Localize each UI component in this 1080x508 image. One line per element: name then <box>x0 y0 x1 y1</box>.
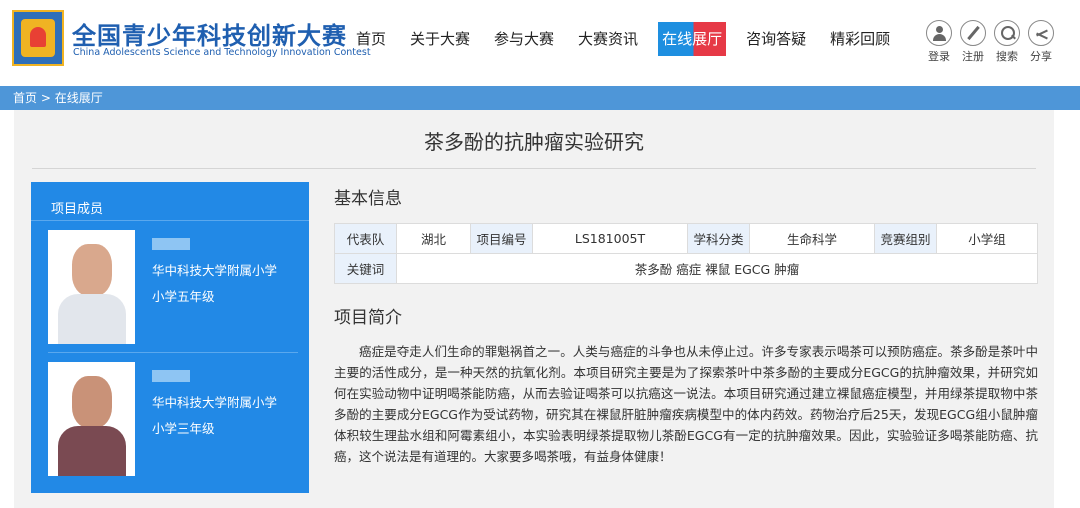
member-name-redacted <box>152 238 190 250</box>
register-button[interactable]: 注册 <box>956 20 990 64</box>
breadcrumb-current[interactable]: 在线展厅 <box>55 91 103 105</box>
pencil-icon <box>960 20 986 46</box>
delegation-label: 代表队 <box>334 223 397 254</box>
user-icon <box>926 20 952 46</box>
nav-participate[interactable]: 参与大赛 <box>482 22 566 56</box>
keywords-value: 茶多酚 癌症 裸鼠 EGCG 肿瘤 <box>396 253 1038 284</box>
member-body <box>58 294 126 344</box>
brand-title[interactable]: 全国青少年科技创新大赛 <box>72 16 347 51</box>
project-no-value: LS181005T <box>532 223 688 254</box>
brand-subtitle: China Adolescents Science and Technology… <box>73 47 371 58</box>
share-icon <box>1028 20 1054 46</box>
login-button[interactable]: 登录 <box>922 20 956 64</box>
group-value: 小学组 <box>936 223 1038 254</box>
basic-info-heading: 基本信息 <box>334 189 402 209</box>
nav-review[interactable]: 精彩回顾 <box>818 22 902 56</box>
project-no-label: 项目编号 <box>470 223 533 254</box>
breadcrumb-separator: > <box>40 91 51 105</box>
summary-heading: 项目简介 <box>334 308 402 328</box>
member-card[interactable]: 华中科技大学附属小学 小学五年级 <box>48 230 298 344</box>
member-school: 华中科技大学附属小学 <box>152 395 278 410</box>
nav-faq[interactable]: 咨询答疑 <box>734 22 818 56</box>
team-heading: 项目成员 <box>51 202 104 217</box>
breadcrumb: 首页 > 在线展厅 <box>0 86 1080 110</box>
search-button[interactable]: 搜索 <box>990 20 1024 64</box>
login-label: 登录 <box>928 50 950 63</box>
member-name-redacted <box>152 370 190 382</box>
share-button[interactable]: 分享 <box>1024 20 1058 64</box>
member-face <box>72 244 112 296</box>
member-grade: 小学五年级 <box>152 289 215 304</box>
member-grade: 小学三年级 <box>152 421 215 436</box>
member-body <box>58 426 126 476</box>
keywords-label: 关键词 <box>334 253 397 284</box>
team-panel: 项目成员 华中科技大学附属小学 小学五年级 华中科技大学附属小学 小学三年级 <box>31 182 309 493</box>
contest-logo[interactable] <box>12 10 64 66</box>
logo-emblem <box>21 19 55 57</box>
register-label: 注册 <box>962 50 984 63</box>
group-label: 竞赛组别 <box>874 223 937 254</box>
table-row: 关键词 茶多酚 癌症 裸鼠 EGCG 肿瘤 <box>334 253 1038 284</box>
nav-about[interactable]: 关于大赛 <box>398 22 482 56</box>
breadcrumb-home[interactable]: 首页 <box>13 91 37 105</box>
nav-news[interactable]: 大赛资讯 <box>566 22 650 56</box>
summary-text: 癌症是夺走人们生命的罪魁祸首之一。人类与癌症的斗争也从未停止过。许多专家表示喝茶… <box>334 344 1038 464</box>
discipline-label: 学科分类 <box>687 223 750 254</box>
member-card[interactable]: 华中科技大学附属小学 小学三年级 <box>48 362 298 476</box>
site-header: 全国青少年科技创新大赛 China Adolescents Science an… <box>0 0 1080 86</box>
header-tools: 登录 注册 搜索 分享 <box>922 20 1058 64</box>
member-divider <box>48 352 298 353</box>
member-photo <box>48 230 135 344</box>
title-divider <box>32 168 1036 169</box>
main-nav: 首页 关于大赛 参与大赛 大赛资讯 在线展厅 咨询答疑 精彩回顾 <box>344 22 902 56</box>
delegation-value: 湖北 <box>396 223 471 254</box>
table-row: 代表队 湖北 项目编号 LS181005T 学科分类 生命科学 竞赛组别 小学组 <box>334 223 1038 254</box>
member-face <box>72 376 112 428</box>
search-label: 搜索 <box>996 50 1018 63</box>
member-school: 华中科技大学附属小学 <box>152 263 278 278</box>
member-photo <box>48 362 135 476</box>
logo-flame-icon <box>30 27 46 47</box>
basic-info-table: 代表队 湖北 项目编号 LS181005T 学科分类 生命科学 竞赛组别 小学组… <box>334 223 1038 284</box>
nav-online-exhibition[interactable]: 在线展厅 <box>658 22 727 56</box>
team-divider <box>31 220 309 221</box>
discipline-value: 生命科学 <box>749 223 875 254</box>
main-content: 茶多酚的抗肿瘤实验研究 项目成员 华中科技大学附属小学 小学五年级 华中科技大学… <box>14 110 1054 508</box>
share-label: 分享 <box>1030 50 1052 63</box>
nav-home[interactable]: 首页 <box>344 22 398 56</box>
search-icon <box>994 20 1020 46</box>
project-title: 茶多酚的抗肿瘤实验研究 <box>424 130 644 154</box>
